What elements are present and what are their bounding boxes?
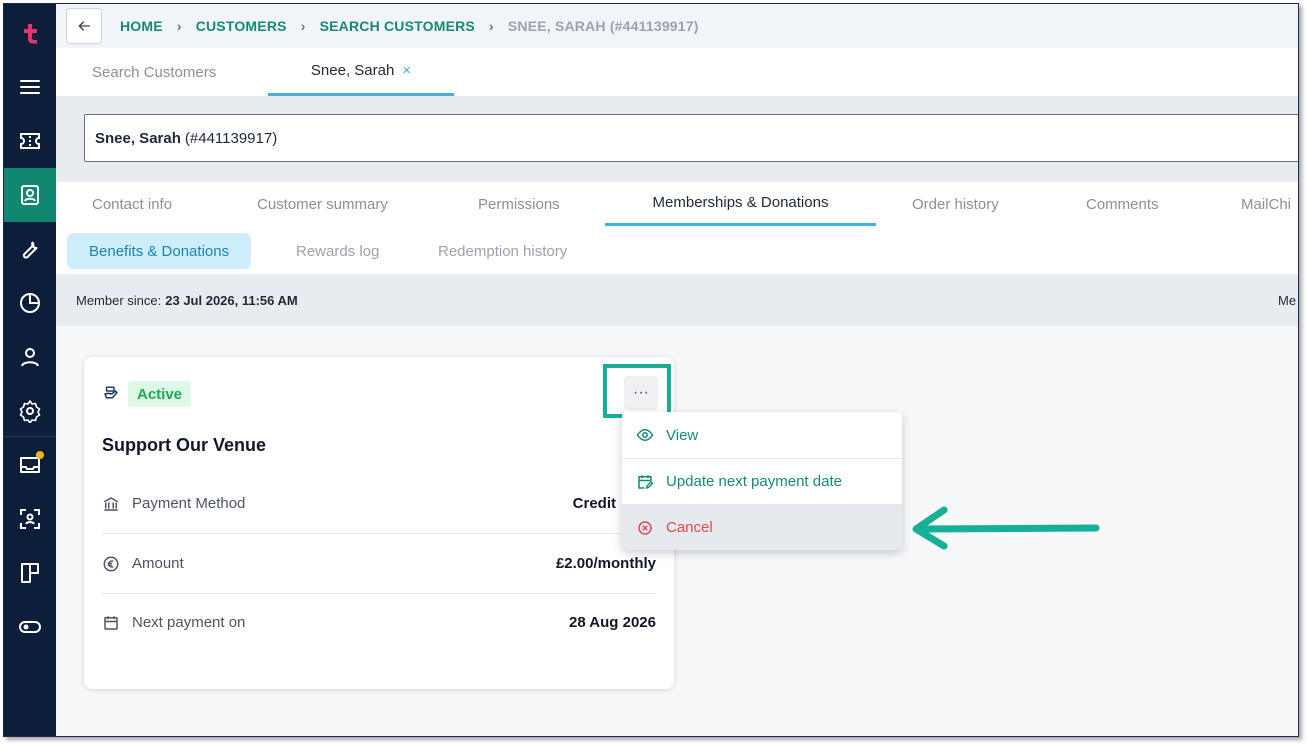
face-scan-icon — [20, 509, 40, 529]
tab-memberships-donations[interactable]: Memberships & Donations — [605, 182, 876, 226]
customer-name: Snee, Sarah — [95, 129, 181, 147]
ticket-hand-icon — [104, 386, 118, 399]
logo-icon — [24, 24, 37, 44]
membership-title: Support Our Venue — [102, 435, 267, 455]
sidebar-item-toggle[interactable] — [4, 600, 56, 654]
eye-icon — [636, 428, 654, 442]
bank-icon — [103, 496, 119, 511]
sidebar-item-settings[interactable] — [4, 384, 56, 438]
board-icon — [21, 563, 39, 583]
arrow-left-icon — [78, 21, 90, 31]
breadcrumb-search-customers[interactable]: SEARCH CUSTOMERS — [320, 18, 475, 34]
row-value: £2.00/monthly — [555, 555, 656, 572]
calendar-icon — [104, 615, 118, 630]
main-area: HOME › CUSTOMERS › SEARCH CUSTOMERS › SN… — [56, 4, 1298, 736]
wrench-icon — [22, 241, 38, 259]
sidebar-divider — [4, 436, 56, 437]
row-next-payment: Next payment on 28 Aug 2026 — [102, 593, 656, 652]
page-tabs: Search Customers Snee, Sarah × — [56, 48, 1298, 97]
breadcrumb-home[interactable]: HOME — [120, 18, 163, 34]
annotation-arrow-icon — [912, 506, 1100, 550]
sidebar-menu[interactable] — [4, 60, 56, 114]
row-label: Amount — [132, 555, 184, 572]
highlight-box — [603, 364, 671, 418]
row-label: Next payment on — [132, 614, 246, 631]
subtab-benefits-donations[interactable]: Benefits & Donations — [67, 233, 252, 269]
contact-card-icon — [21, 185, 39, 205]
sidebar-item-inbox[interactable] — [4, 438, 56, 492]
member-since-value: 23 Jul 2026, 11:56 AM — [165, 292, 298, 308]
subtab-redemption-history[interactable]: Redemption history — [438, 233, 567, 269]
row-label: Payment Method — [132, 495, 246, 512]
member-bar-right-text: Me — [1278, 292, 1297, 308]
sidebar-item-tickets[interactable] — [4, 114, 56, 168]
chevron-right-icon: › — [300, 18, 306, 34]
app-frame: HOME › CUSTOMERS › SEARCH CUSTOMERS › SN… — [3, 3, 1299, 737]
tab-customer-summary[interactable]: Customer summary — [257, 182, 388, 226]
chevron-right-icon: › — [176, 18, 182, 34]
options-menu: View Update next payment date Cancel — [622, 412, 902, 550]
menu-item-label: Update next payment date — [666, 473, 842, 490]
sidebar-item-customers[interactable] — [4, 168, 56, 222]
breadcrumb: HOME › CUSTOMERS › SEARCH CUSTOMERS › SN… — [120, 18, 699, 34]
member-since-label: Member since: — [76, 292, 162, 308]
euro-icon — [103, 556, 119, 571]
breadcrumb-customers[interactable]: CUSTOMERS — [196, 18, 287, 34]
tab-label: Snee, Sarah — [310, 62, 395, 79]
tab-contact-info[interactable]: Contact info — [92, 182, 172, 226]
menu-item-update-next-payment-date[interactable]: Update next payment date — [622, 458, 902, 504]
row-value: Credit — [572, 495, 616, 512]
breadcrumb-current: SNEE, SARAH (#441139917) — [507, 18, 699, 34]
sidebar-item-users[interactable] — [4, 330, 56, 384]
hamburger-icon — [20, 80, 40, 94]
chevron-right-icon: › — [488, 18, 494, 34]
ticket-icon — [20, 133, 40, 149]
sidebar-item-reports[interactable] — [4, 276, 56, 330]
customer-id: (#441139917) — [184, 129, 278, 147]
sub-tabs: Benefits & Donations Rewards log Redempt… — [56, 226, 1298, 274]
tab-comments[interactable]: Comments — [1086, 182, 1159, 226]
sidebar — [4, 4, 56, 736]
notification-dot — [36, 451, 44, 459]
tab-permissions[interactable]: Permissions — [478, 182, 560, 226]
tab-search-customers[interactable]: Search Customers — [92, 48, 216, 96]
pie-chart-icon — [20, 293, 40, 313]
tab-label: Search Customers — [92, 63, 217, 81]
customer-field[interactable]: Snee, Sarah (#441139917) — [84, 114, 1298, 162]
row-payment-method: Payment Method Credit — [102, 474, 656, 534]
cancel-circle-icon — [638, 520, 652, 535]
sidebar-item-tools[interactable] — [4, 222, 56, 276]
tab-mailchimp[interactable]: MailChi — [1241, 182, 1291, 226]
calendar-edit-icon — [638, 474, 654, 489]
section-tabs: Contact info Customer summary Permission… — [56, 182, 1298, 227]
membership-card: Active Support Our Venue Payment Method … — [84, 357, 674, 689]
tab-snee-sarah[interactable]: Snee, Sarah × — [268, 48, 454, 96]
tab-order-history[interactable]: Order history — [912, 182, 999, 226]
member-info-bar: Member since: 23 Jul 2026, 11:56 AM Me — [56, 274, 1298, 326]
sidebar-item-boards[interactable] — [4, 546, 56, 600]
subtab-rewards-log[interactable]: Rewards log — [296, 233, 379, 269]
status-badge: Active — [128, 381, 192, 407]
customer-header: Snee, Sarah (#441139917) — [56, 96, 1298, 182]
user-icon — [21, 348, 39, 367]
sidebar-item-scan[interactable] — [4, 492, 56, 546]
close-icon[interactable]: × — [402, 62, 411, 79]
gear-icon — [19, 400, 41, 423]
menu-item-cancel[interactable]: Cancel — [622, 504, 902, 550]
brand-logo[interactable] — [4, 6, 56, 60]
row-amount: Amount £2.00/monthly — [102, 534, 656, 594]
back-button[interactable] — [66, 8, 102, 44]
menu-item-label: View — [666, 426, 699, 444]
row-value: 28 Aug 2026 — [569, 614, 656, 631]
menu-item-view[interactable]: View — [622, 412, 902, 458]
menu-item-label: Cancel — [666, 519, 713, 536]
toggle-icon — [19, 621, 41, 633]
top-bar: HOME › CUSTOMERS › SEARCH CUSTOMERS › SN… — [56, 4, 1298, 48]
